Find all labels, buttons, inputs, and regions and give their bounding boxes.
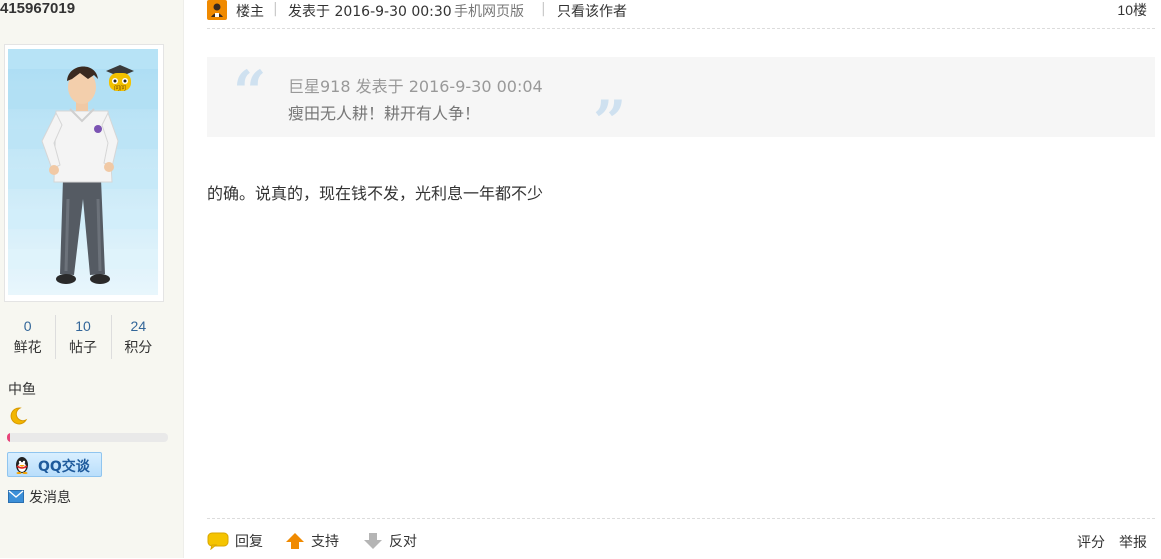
report-button[interactable]: 举报 xyxy=(1119,532,1147,552)
arrow-up-icon xyxy=(286,533,304,549)
level-progress-fill xyxy=(7,433,11,442)
avatar-badge-text: 问问 xyxy=(114,84,126,92)
quote-text: 瘦田无人耕！耕开有人争！ xyxy=(288,104,481,123)
separator: | xyxy=(541,1,546,17)
username[interactable]: 415967019 xyxy=(0,0,75,17)
stat-label: 帖子 xyxy=(68,340,97,356)
oppose-button[interactable]: 反对 xyxy=(363,531,417,551)
avatar-image: 问问 xyxy=(8,49,158,295)
open-quote-icon: “ xyxy=(233,58,267,126)
post-actions: 回复 支持 反对 评分 举报 xyxy=(207,518,1155,559)
floor-number[interactable]: 10楼 xyxy=(1117,0,1147,20)
qq-chat-label: QQ交谈 xyxy=(38,459,90,475)
quote-meta: 巨星918 发表于 2016-9-30 00:04 xyxy=(288,77,543,96)
post-source: 手机网页版 xyxy=(454,4,524,20)
reply-label: 回复 xyxy=(235,534,263,550)
separator: | xyxy=(273,1,278,17)
crescent-moon-icon xyxy=(10,407,28,425)
stat-flowers[interactable]: 0 鲜花 xyxy=(0,315,55,361)
stat-value: 0 xyxy=(23,318,32,334)
speech-bubble-icon xyxy=(207,532,229,550)
view-author-only-link[interactable]: 只看该作者 xyxy=(557,1,627,21)
level-progress-bar xyxy=(7,433,168,442)
stat-label: 鲜花 xyxy=(13,340,42,356)
user-level: 中鱼 xyxy=(8,382,36,398)
stat-label: 积分 xyxy=(124,340,153,356)
post-content: 的确。说真的，现在钱不发，光利息一年都不少 xyxy=(207,184,544,203)
thread-owner-icon xyxy=(207,0,227,20)
qq-penguin-icon xyxy=(16,457,28,474)
support-label: 支持 xyxy=(311,534,339,550)
rate-button[interactable]: 评分 xyxy=(1077,532,1105,552)
post-time: 发表于 2016-9-30 00:30 xyxy=(288,4,452,20)
reply-button[interactable]: 回复 xyxy=(207,531,263,551)
stat-posts[interactable]: 10 帖子 xyxy=(55,315,110,361)
user-sidebar: 415967019 问问 0 鲜花 10 帖子 24 积分 中鱼 QQ交谈 发消… xyxy=(0,0,184,558)
stat-value: 24 xyxy=(130,318,147,334)
qq-chat-button[interactable]: QQ交谈 xyxy=(7,452,102,477)
envelope-icon xyxy=(8,490,24,503)
post-header: 楼主 | 发表于 2016-9-30 00:30 手机网页版 | 只看该作者 1… xyxy=(207,0,1155,29)
avatar[interactable]: 问问 xyxy=(4,44,164,302)
arrow-down-icon xyxy=(364,533,382,549)
thread-owner-label: 楼主 xyxy=(236,4,264,20)
stat-points[interactable]: 24 积分 xyxy=(110,315,166,361)
oppose-label: 反对 xyxy=(389,534,417,550)
close-quote-icon: ” xyxy=(593,88,627,156)
send-message-label: 发消息 xyxy=(29,490,71,506)
stat-value: 10 xyxy=(75,318,91,334)
quoted-post: “ 巨星918 发表于 2016-9-30 00:04 瘦田无人耕！耕开有人争！… xyxy=(207,57,1155,151)
support-button[interactable]: 支持 xyxy=(285,531,339,551)
user-stats: 0 鲜花 10 帖子 24 积分 xyxy=(0,315,166,361)
